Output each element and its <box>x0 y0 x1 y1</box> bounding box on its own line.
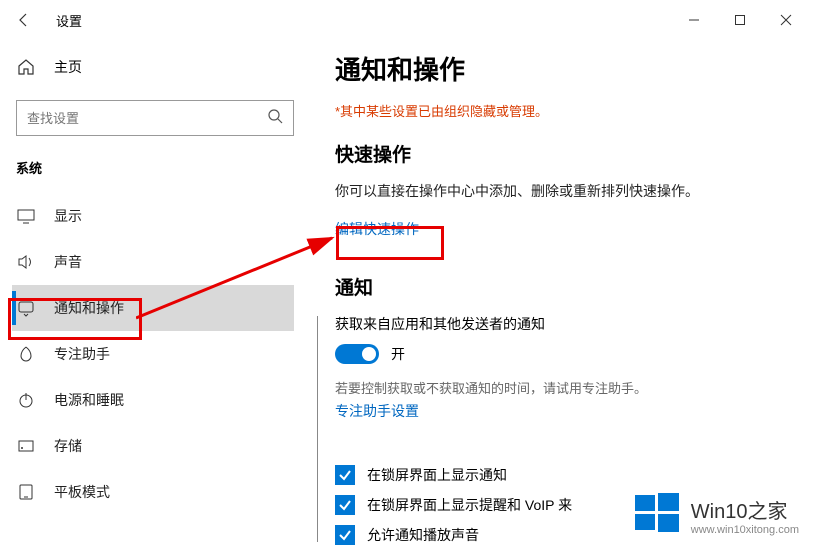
divider <box>317 316 318 542</box>
watermark: Win10之家 www.win10xitong.com <box>633 489 799 542</box>
storage-icon <box>16 437 36 455</box>
nav-label: 声音 <box>54 252 82 272</box>
nav-label: 电源和睡眠 <box>54 390 124 410</box>
sound-icon <box>16 253 36 271</box>
nav-item-storage[interactable]: 存储 <box>12 423 294 469</box>
edit-quick-actions-link[interactable]: 编辑快速操作 <box>335 219 419 239</box>
nav-item-display[interactable]: 显示 <box>12 193 294 239</box>
notifications-toggle[interactable] <box>335 344 379 364</box>
policy-warning: *其中某些设置已由组织隐藏或管理。 <box>335 101 793 120</box>
windows-logo-icon <box>633 489 681 542</box>
search-input[interactable] <box>27 111 267 126</box>
close-button[interactable] <box>763 4 809 36</box>
minimize-button[interactable] <box>671 4 717 36</box>
nav-label: 专注助手 <box>54 344 110 364</box>
nav-label: 显示 <box>54 206 82 226</box>
focus-assist-link[interactable]: 专注助手设置 <box>335 401 419 421</box>
nav-item-focus[interactable]: 专注助手 <box>12 331 294 377</box>
checkbox-sound[interactable] <box>335 525 355 545</box>
quick-actions-desc: 你可以直接在操作中心中添加、删除或重新排列快速操作。 <box>335 181 793 201</box>
notifications-icon <box>16 299 36 317</box>
check-label: 允许通知播放声音 <box>367 525 479 545</box>
focus-icon <box>16 345 36 363</box>
nav-label: 存储 <box>54 436 82 456</box>
window-title: 设置 <box>56 11 82 30</box>
nav-item-notifications[interactable]: 通知和操作 <box>12 285 294 331</box>
nav-item-power[interactable]: 电源和睡眠 <box>12 377 294 423</box>
display-icon <box>16 207 36 225</box>
quick-actions-heading: 快速操作 <box>335 140 793 167</box>
nav-item-sound[interactable]: 声音 <box>12 239 294 285</box>
back-button[interactable] <box>4 0 44 40</box>
category-heading: 系统 <box>16 158 294 177</box>
notifications-sub: 获取来自应用和其他发送者的通知 <box>335 314 793 334</box>
check-label: 在锁屏界面上显示通知 <box>367 465 507 485</box>
checkbox-lockscreen-notify[interactable] <box>335 465 355 485</box>
page-title: 通知和操作 <box>335 50 793 87</box>
home-link[interactable]: 主页 <box>16 48 294 86</box>
watermark-brand: Win10之家 <box>691 495 799 524</box>
check-label: 在锁屏界面上显示提醒和 VoIP 来 <box>367 495 572 515</box>
tablet-icon <box>16 483 36 501</box>
home-icon <box>16 58 36 76</box>
power-icon <box>16 391 36 409</box>
focus-hint: 若要控制获取或不获取通知的时间，请试用专注助手。 <box>335 378 793 397</box>
nav-label: 通知和操作 <box>54 298 124 318</box>
checkbox-lockscreen-voip[interactable] <box>335 495 355 515</box>
nav-item-tablet[interactable]: 平板模式 <box>12 469 294 515</box>
watermark-url: www.win10xitong.com <box>691 524 799 536</box>
home-label: 主页 <box>54 57 82 77</box>
search-icon <box>267 108 283 129</box>
nav-label: 平板模式 <box>54 482 110 502</box>
notifications-heading: 通知 <box>335 273 793 300</box>
maximize-button[interactable] <box>717 4 763 36</box>
toggle-state: 开 <box>391 344 405 364</box>
search-box[interactable] <box>16 100 294 136</box>
